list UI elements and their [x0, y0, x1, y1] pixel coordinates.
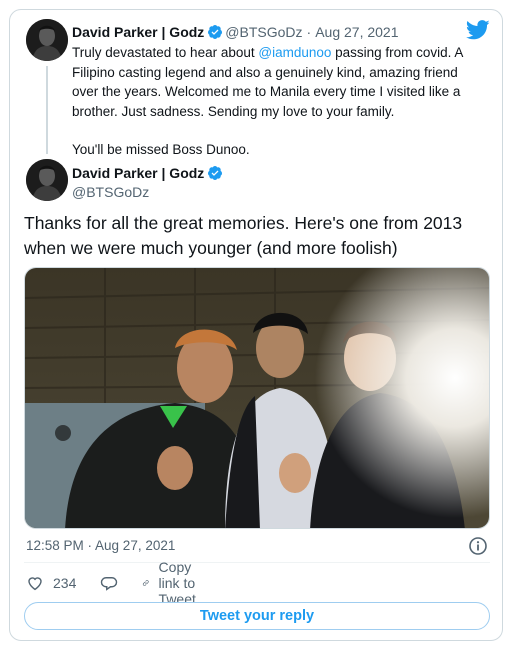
info-icon[interactable] — [468, 536, 488, 556]
mention-link[interactable]: @iamdunoo — [258, 45, 331, 60]
thread-connector-line — [46, 66, 48, 154]
avatar[interactable] — [26, 19, 68, 61]
like-count: 234 — [53, 575, 77, 591]
main-tweet-author: David Parker | Godz — [72, 164, 225, 182]
author-handle[interactable]: @BTSGoDz — [225, 24, 302, 40]
like-button[interactable]: 234 — [26, 572, 76, 594]
verified-badge-icon — [208, 166, 223, 180]
author-name[interactable]: David Parker | Godz — [72, 24, 204, 40]
tweet-text-part: Truly devastated to hear about — [72, 45, 259, 60]
reply-button[interactable] — [100, 572, 118, 594]
tweet-closing-line: You'll be missed Boss Dunoo. — [72, 142, 250, 157]
author-handle[interactable]: @BTSGoDz — [72, 183, 149, 201]
tweet-your-reply-button[interactable]: Tweet your reply — [24, 602, 490, 630]
first-tweet-body: Truly devastated to hear about @iamdunoo… — [72, 43, 472, 160]
first-tweet-header: David Parker | Godz @BTSGoDz · Aug 27, 2021 — [72, 23, 399, 41]
copy-link-button[interactable]: Copy link to Tweet — [142, 559, 206, 607]
tweet-timestamp[interactable]: 12:58 PM · Aug 27, 2021 — [26, 538, 175, 553]
heart-icon — [28, 577, 42, 591]
divider — [24, 562, 490, 563]
reply-bubble-icon — [100, 577, 118, 591]
tweet-photo[interactable] — [24, 267, 490, 529]
separator-dot: · — [306, 24, 312, 40]
tweet-date[interactable]: Aug 27, 2021 — [315, 24, 398, 40]
twitter-bird-icon[interactable] — [466, 20, 490, 40]
verified-badge-icon — [208, 25, 223, 39]
author-name[interactable]: David Parker | Godz — [72, 165, 204, 181]
link-icon — [142, 580, 149, 586]
copy-link-label: Copy link to Tweet — [158, 559, 196, 607]
main-tweet-text: Thanks for all the great memories. Here'… — [24, 213, 463, 258]
avatar[interactable] — [26, 159, 68, 201]
